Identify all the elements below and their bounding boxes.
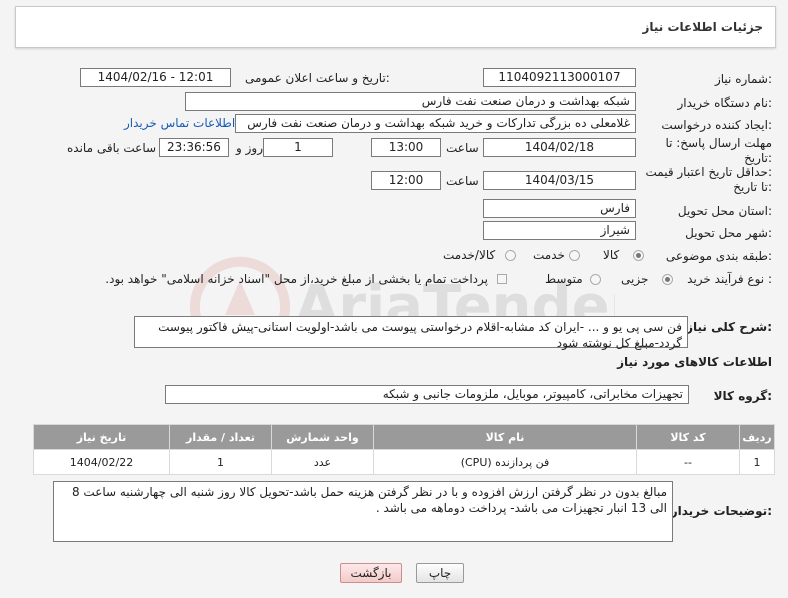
deadline-time-label: ساعت	[446, 141, 479, 155]
goods-group-field: تجهیزات مخابراتی، کامپیوتر، موبایل، ملزو…	[165, 385, 689, 404]
buyer-notes-textarea[interactable]: مبالغ بدون در نظر گرفتن ارزش افزوده و با…	[53, 481, 673, 542]
process-minor-label: جزیی	[621, 272, 649, 286]
cell-row: 1	[739, 449, 775, 475]
treasury-payment-checkbox[interactable]	[497, 274, 507, 284]
validity-label-line2: تا تاریخ:	[733, 180, 772, 194]
category-goods-label: کالا	[603, 248, 620, 262]
goods-table: ردیف کد کالا نام کالا واحد شمارش تعداد /…	[33, 424, 775, 475]
deadline-label-line1: مهلت ارسال پاسخ: تا	[665, 136, 772, 150]
goods-group-label: گروه کالا:	[713, 389, 772, 403]
deadline-time-field: 13:00	[371, 138, 441, 157]
back-button[interactable]: بازگشت	[340, 563, 402, 583]
deadline-date-field: 1404/02/18	[483, 138, 636, 157]
header-panel: جزئیات اطلاعات نیاز	[15, 6, 776, 48]
summary-label: شرح کلی نیاز:	[686, 320, 772, 334]
time-remaining-field: 23:36:56	[159, 138, 229, 157]
deadline-label-line2: تاریخ:	[744, 151, 772, 165]
city-label: شهر محل تحویل:	[685, 226, 772, 240]
summary-textarea[interactable]: فن سی پی یو و ... -ایران کد مشابه-اقلام …	[134, 316, 688, 350]
category-service-radio[interactable]	[569, 250, 580, 261]
buyer-org-field: شبکه بهداشت و درمان صنعت نفت فارس	[185, 92, 636, 111]
announce-datetime-field: 1404/02/16 - 12:01	[80, 68, 231, 87]
days-remaining-field: 1	[263, 138, 333, 157]
province-field: فارس	[483, 199, 636, 218]
province-label: استان محل تحویل:	[677, 204, 772, 218]
cell-unit: عدد	[271, 449, 374, 475]
validity-time-label: ساعت	[446, 174, 479, 188]
validity-label-line1: حداقل تاریخ اعتبار قیمت:	[645, 165, 772, 179]
col-date-header: تاریخ نیاز	[33, 424, 170, 450]
days-label: روز و	[236, 141, 263, 155]
requester-label: ایجاد کننده درخواست:	[661, 118, 772, 132]
category-goods-radio[interactable]	[633, 250, 644, 261]
announce-label: تاریخ و ساعت اعلان عمومی:	[245, 71, 390, 85]
category-label: طبقه بندی موضوعی:	[665, 249, 772, 263]
time-remaining-label: ساعت باقی مانده	[67, 141, 157, 155]
process-minor-radio[interactable]	[662, 274, 673, 285]
cell-name: فن پردازنده (CPU)	[373, 449, 637, 475]
cell-date: 1404/02/22	[33, 449, 170, 475]
col-qty-header: تعداد / مقدار	[169, 424, 272, 450]
cell-code: --	[636, 449, 740, 475]
page-title: جزئیات اطلاعات نیاز	[642, 20, 763, 34]
process-medium-radio[interactable]	[590, 274, 601, 285]
buyer-org-label: نام دستگاه خریدار:	[677, 96, 773, 110]
city-field: شیراز	[483, 221, 636, 240]
process-label: نوع فرآیند خرید :	[687, 272, 772, 286]
category-goods-service-radio[interactable]	[505, 250, 516, 261]
col-code-header: کد کالا	[636, 424, 740, 450]
treasury-payment-note: پرداخت تمام یا بخشی از مبلغ خرید،از محل …	[105, 272, 488, 286]
col-row-header: ردیف	[739, 424, 775, 450]
print-button[interactable]: چاپ	[416, 563, 464, 583]
table-row: 1 -- فن پردازنده (CPU) عدد 1 1404/02/22	[33, 449, 775, 475]
need-number-field: 1104092113000107	[483, 68, 636, 87]
category-goods-service-label: کالا/خدمت	[443, 248, 496, 262]
cell-qty: 1	[169, 449, 272, 475]
category-service-label: خدمت	[533, 248, 565, 262]
need-number-label: شماره نیاز:	[714, 72, 772, 86]
buyer-contact-link[interactable]: اطلاعات تماس خریدار	[124, 116, 235, 130]
col-name-header: نام کالا	[373, 424, 637, 450]
process-medium-label: متوسط	[545, 272, 583, 286]
goods-section-title: اطلاعات کالاهای مورد نیاز	[617, 355, 772, 369]
col-unit-header: واحد شمارش	[271, 424, 374, 450]
buyer-notes-label: توضیحات خریدار:	[670, 504, 772, 518]
goods-table-header: ردیف کد کالا نام کالا واحد شمارش تعداد /…	[33, 424, 775, 450]
validity-time-field: 12:00	[371, 171, 441, 190]
requester-field: غلامعلی ده بزرگی تدارکات و خرید شبکه بهد…	[235, 114, 636, 133]
validity-date-field: 1404/03/15	[483, 171, 636, 190]
